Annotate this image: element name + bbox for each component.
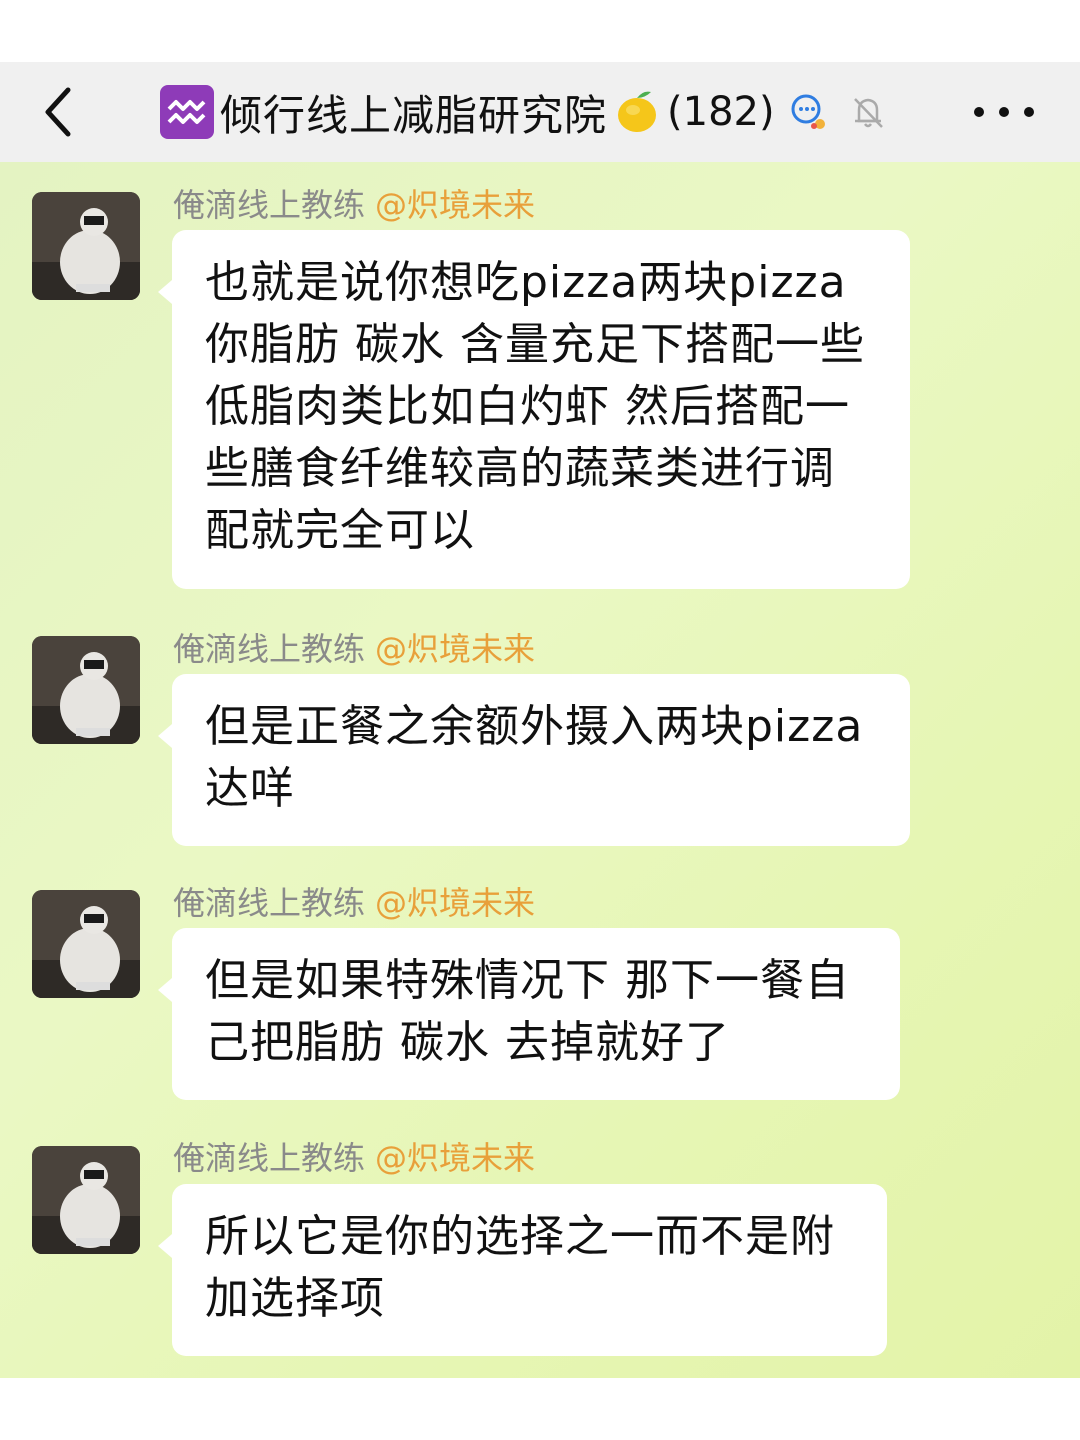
message-line: 但是正餐之余额外摄入两块pizza: [205, 701, 864, 752]
sender-tag: @炽境未来: [375, 630, 536, 668]
group-chat-icon[interactable]: [789, 92, 829, 132]
sender-name[interactable]: 俺滴线上教练: [173, 630, 365, 668]
sender-line: 俺滴线上教练 @炽境未来: [173, 624, 535, 670]
message-line: 低脂肉类比如白灼虾 然后搭配一: [205, 381, 850, 432]
avatar[interactable]: [32, 1146, 140, 1254]
bell-muted-icon[interactable]: [849, 93, 887, 131]
message-bubble[interactable]: 但是如果特殊情况下 那下一餐自 己把脂肪 碳水 去掉就好了: [158, 928, 900, 1100]
bottom-blank-area: [0, 1378, 1080, 1440]
message-line: 你脂肪 碳水 含量充足下搭配一些: [205, 319, 865, 370]
sender-name[interactable]: 俺滴线上教练: [173, 884, 365, 922]
avatar[interactable]: [32, 636, 140, 744]
chat-header: 倾行线上减脂研究院 (182): [0, 62, 1080, 162]
more-dots-icon: [974, 107, 984, 117]
avatar[interactable]: [32, 890, 140, 998]
message-bubble[interactable]: 所以它是你的选择之一而不是附 加选择项: [158, 1184, 887, 1356]
aquarius-icon: [160, 85, 214, 139]
lemon-icon: [618, 91, 657, 132]
message-bubble[interactable]: 也就是说你想吃pizza两块pizza 你脂肪 碳水 含量充足下搭配一些 低脂肉…: [158, 230, 910, 589]
sender-line: 俺滴线上教练 @炽境未来: [173, 1133, 535, 1179]
message-line: 但是如果特殊情况下 那下一餐自: [205, 955, 850, 1006]
sender-tag: @炽境未来: [375, 884, 536, 922]
chat-title-bar[interactable]: 倾行线上减脂研究院 (182): [160, 62, 887, 162]
sender-line: 俺滴线上教练 @炽境未来: [173, 180, 535, 226]
message-line: 加选择项: [205, 1273, 385, 1324]
member-count: (182): [667, 89, 775, 135]
message-line: 所以它是你的选择之一而不是附: [205, 1211, 835, 1262]
group-title: 倾行线上减脂研究院: [220, 90, 608, 140]
sender-name[interactable]: 俺滴线上教练: [173, 1139, 365, 1177]
message-line: 己把脂肪 碳水 去掉就好了: [205, 1017, 730, 1068]
chat-message-list[interactable]: 俺滴线上教练 @炽境未来 也就是说你想吃pizza两块pizza 你脂肪 碳水 含…: [0, 162, 1080, 1378]
message-bubble[interactable]: 但是正餐之余额外摄入两块pizza 达咩: [158, 674, 910, 846]
sender-tag: @炽境未来: [375, 1139, 536, 1177]
message-line: 配就完全可以: [205, 505, 475, 556]
more-options-button[interactable]: [974, 92, 1034, 132]
sender-line: 俺滴线上教练 @炽境未来: [173, 878, 535, 924]
back-button[interactable]: [40, 84, 80, 140]
message-line: 也就是说你想吃pizza两块pizza: [205, 257, 847, 308]
chevron-left-icon: [45, 87, 71, 137]
avatar[interactable]: [32, 192, 140, 300]
message-line: 些膳食纤维较高的蔬菜类进行调: [205, 443, 835, 494]
sender-tag: @炽境未来: [375, 186, 536, 224]
sender-name[interactable]: 俺滴线上教练: [173, 186, 365, 224]
message-line: 达咩: [205, 763, 295, 814]
